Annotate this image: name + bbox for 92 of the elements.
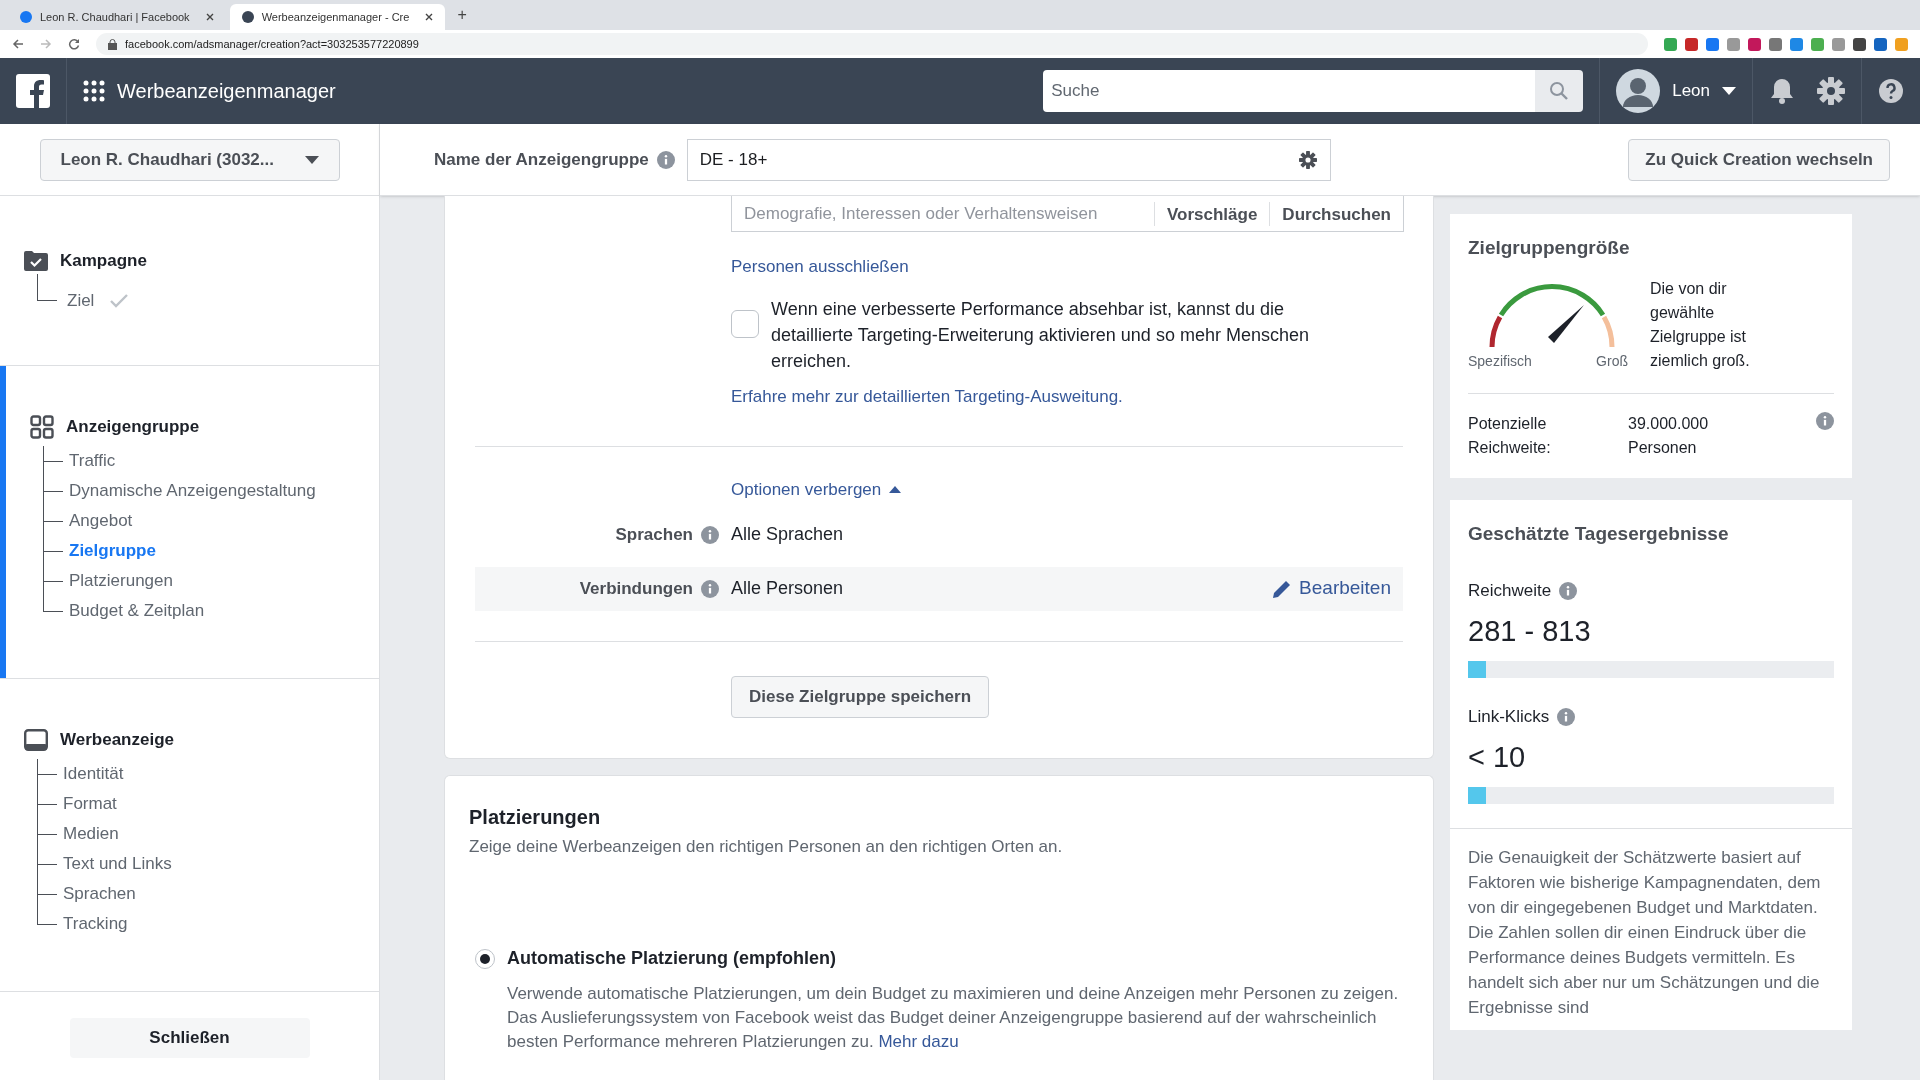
nav-item[interactable]: Budget & Zeitplan [69, 597, 205, 624]
nav-item[interactable]: Dynamische Anzeigengestaltung [69, 477, 316, 504]
field-label: Name der Anzeigengruppe [434, 148, 649, 171]
globe-icon [20, 11, 32, 23]
info-icon [701, 525, 719, 544]
metric-value: < 10 [1468, 739, 1527, 775]
address-bar[interactable]: facebook.com/adsmanager/creation?act=303253577220899 [125, 35, 419, 53]
gauge-label: Groß [1596, 351, 1628, 371]
targeting-option-button[interactable]: Vorschläge [1153, 201, 1270, 226]
metric-label: Link-Klicks [1468, 706, 1550, 728]
checkbox-label: Wenn eine verbesserte Performance absehbar ist, kannst du die detaillierte Targeting-Erweiterung aktivieren und so mehr Menschen erreichen. [771, 297, 1310, 373]
extension-icon[interactable] [1706, 37, 1719, 51]
reach-label: Potenzielle Reichweite: [1468, 413, 1552, 458]
help-icon[interactable] [1878, 78, 1904, 104]
nav-item[interactable]: Medien [63, 820, 119, 847]
option-description: Verwende automatische Platzierungen, um dein Budget zu maximieren und deine Anzeigen mehr Personen zu zeigen. Das Auslieferungssystem von Facebook weist das Budget deiner Anzeigengruppe basierend auf der wahrscheinlich besten Performance mehreren Platzierungen zu. Mehr dazu [507, 983, 1400, 1053]
tree-line [37, 273, 57, 301]
field-label: Sprachen [615, 523, 693, 546]
nav-item[interactable]: Identität [63, 760, 124, 787]
extension-icon[interactable] [1874, 37, 1887, 51]
nav-item[interactable]: Sprachen [63, 880, 136, 907]
nav-item[interactable]: Tracking [63, 910, 128, 937]
extension-icon[interactable] [1853, 37, 1866, 51]
facebook-logo-icon[interactable] [16, 74, 50, 108]
nav-item[interactable]: Traffic [69, 447, 116, 474]
option-label[interactable]: Automatische Platzierung (empfohlen) [507, 945, 837, 972]
search-field[interactable]: Suche [1043, 70, 1536, 112]
info-icon [1557, 707, 1576, 726]
nav-item[interactable]: Ziel [67, 287, 95, 314]
page-icon [241, 11, 254, 23]
quick-creation-button[interactable]: Zu Quick Creation wechseln [1628, 138, 1890, 181]
reload-icon[interactable] [68, 38, 80, 50]
reach-value: 39.000.000 Personen [1628, 413, 1710, 458]
close-button[interactable]: Schließen [69, 1018, 310, 1058]
radio-button[interactable] [475, 948, 495, 969]
gauge-label: Spezifisch [1468, 351, 1532, 371]
nav-item[interactable]: Zielgruppe [69, 537, 156, 564]
section-heading: Platzierungen [469, 804, 602, 830]
field-value: Alle Sprachen [731, 523, 844, 546]
edit-link[interactable]: Bearbeiten [1273, 574, 1391, 603]
save-audience-button[interactable]: Diese Zielgruppe speichern [731, 675, 989, 718]
section-subtitle: Zeige deine Werbeanzeigen den richtigen Personen an den richtigen Orten an. [469, 835, 1064, 858]
nav-item[interactable]: Format [63, 790, 117, 817]
bell-icon[interactable] [1769, 77, 1795, 105]
new-tab-button[interactable]: + [449, 3, 475, 27]
targeting-option-button[interactable]: Durchsuchen [1269, 201, 1403, 226]
folder-check-icon [24, 250, 48, 272]
grid-icon [30, 414, 54, 439]
exclude-link[interactable]: Personen ausschließen [731, 254, 909, 280]
section-title[interactable]: Werbeanzeige [60, 727, 174, 753]
browser-tab[interactable]: Leon R. Chaudhari | Facebook [40, 8, 190, 26]
app-title: Werbeanzeigenmanager [117, 79, 336, 104]
learn-more-link[interactable]: Erfahre mehr zur detaillierten Targeting-Ausweitung. [731, 383, 1123, 409]
checkbox[interactable] [731, 309, 759, 338]
section-title[interactable]: Anzeigengruppe [66, 414, 200, 440]
caret-icon[interactable] [1722, 87, 1736, 95]
nav-item[interactable]: Platzierungen [69, 567, 173, 594]
nav-item[interactable]: Angebot [69, 507, 133, 534]
field-label: Verbindungen [579, 577, 693, 600]
disclaimer-text: Die Genauigkeit der Schätzwerte basiert auf Faktoren wie bisherige Kampagnendaten, dem von dir eingegebenen Budget und Marktdaten. Die Zahlen sollen dir einen Eindruck über die Performance deines Budgets vermitteln. Es handelt sich aber nur um Schätzungen und die Ergebnisse sind [1467, 847, 1822, 1019]
caret-icon [304, 155, 319, 164]
apps-grid-icon[interactable] [83, 80, 105, 102]
close-icon[interactable] [205, 13, 214, 21]
metric-label: Reichweite [1468, 580, 1552, 602]
extension-icon[interactable] [1748, 37, 1761, 51]
pencil-icon [1273, 579, 1292, 598]
card-title: Geschätzte Tagesergebnisse [1468, 521, 1730, 546]
info-icon [1559, 581, 1578, 600]
audience-summary: Die von dir gewählte Zielgruppe ist ziemlich groß. [1650, 278, 1751, 371]
section-title[interactable]: Kampagne [60, 248, 147, 274]
info-icon [656, 150, 675, 169]
info-icon [701, 579, 719, 598]
extension-icon[interactable] [1685, 37, 1698, 51]
user-name[interactable]: Leon [1672, 78, 1710, 104]
tablet-icon [24, 728, 48, 751]
avatar-icon[interactable] [1616, 69, 1661, 113]
targeting-field[interactable]: Demografie, Interessen oder Verhaltensweisen Vorschläge Durchsuchen [731, 196, 1404, 232]
nav-item[interactable]: Text und Links [63, 850, 172, 877]
learn-more-link[interactable]: Mehr dazu [878, 1032, 959, 1051]
back-icon[interactable] [12, 38, 24, 50]
close-icon[interactable] [425, 13, 434, 21]
settings-icon[interactable] [1817, 77, 1845, 105]
search-button[interactable] [1535, 70, 1584, 112]
metric-value: 281 - 813 [1468, 613, 1592, 649]
options-toggle-link[interactable]: Optionen verbergen [731, 477, 902, 503]
field-value: Alle Personen [731, 577, 844, 600]
caret-up-icon [889, 486, 902, 494]
account-selector[interactable]: Leon R. Chaudhari (3032... [39, 138, 340, 181]
card-title: Zielgruppengröße [1468, 236, 1631, 260]
extension-icon[interactable] [1769, 37, 1782, 51]
info-icon [1816, 411, 1834, 430]
lock-icon [108, 38, 117, 50]
